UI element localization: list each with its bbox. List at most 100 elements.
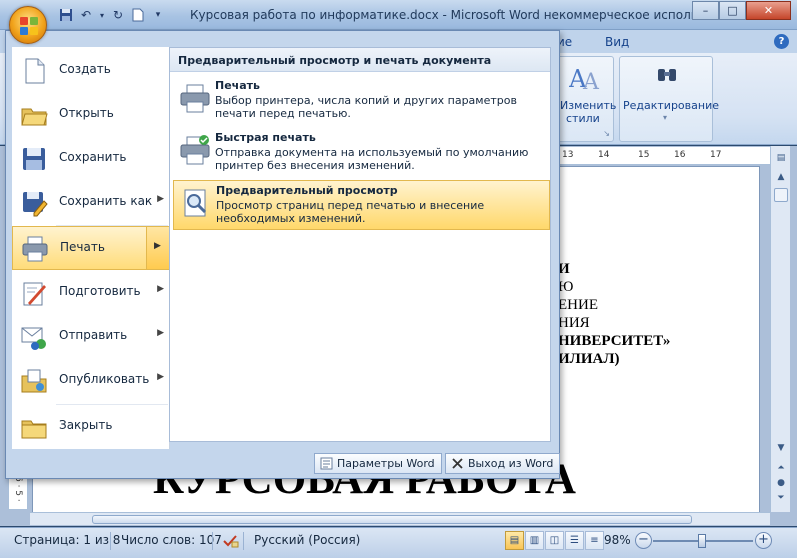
new-document-icon[interactable] bbox=[130, 7, 146, 23]
doc-line: ЕНИЕ bbox=[558, 297, 598, 313]
doc-line: НИВЕРСИТЕТ» bbox=[558, 333, 671, 349]
horizontal-ruler[interactable]: 13 14 15 16 17 bbox=[560, 147, 770, 165]
menu-item-label: Открыть bbox=[59, 106, 114, 120]
zoom-in-button[interactable]: + bbox=[755, 532, 772, 549]
binoculars-icon bbox=[658, 69, 676, 81]
new-document-icon bbox=[25, 58, 45, 84]
web-layout-view-icon[interactable]: ◫ bbox=[545, 531, 564, 550]
scroll-down-icon[interactable]: ▼ bbox=[774, 441, 788, 455]
full-screen-reading-view-icon[interactable]: ▥ bbox=[525, 531, 544, 550]
minimize-button[interactable]: – bbox=[692, 1, 719, 20]
exit-word-button[interactable]: Выход из Word bbox=[445, 453, 561, 474]
menu-item-print[interactable]: Печать ▶ bbox=[12, 226, 170, 270]
prepare-icon bbox=[23, 282, 46, 306]
redo-icon[interactable]: ↻ bbox=[110, 7, 126, 23]
editing-button[interactable]: Редактирование ▾ bbox=[619, 56, 719, 142]
submenu-arrow-icon: ▶ bbox=[154, 241, 161, 251]
help-icon[interactable]: ? bbox=[774, 34, 789, 49]
window-title: Курсовая работа по информатике.docx - Mi… bbox=[190, 8, 723, 22]
menu-item-label: Отправить bbox=[59, 328, 128, 342]
print-preview-icon bbox=[184, 189, 207, 217]
tab-view[interactable]: Вид bbox=[605, 35, 629, 49]
editing-label: Редактирование bbox=[623, 99, 719, 112]
exit-word-label: Выход из Word bbox=[468, 457, 554, 470]
menu-item-label: Создать bbox=[59, 62, 111, 76]
save-icon[interactable] bbox=[58, 7, 74, 23]
svg-text:A: A bbox=[582, 70, 600, 93]
close-icon bbox=[452, 458, 463, 469]
status-page[interactable]: Страница: 1 из 8 bbox=[14, 533, 120, 547]
change-styles-button[interactable]: A A Изменить стили ↘ bbox=[556, 56, 617, 142]
dialog-launcher-icon[interactable]: ↘ bbox=[603, 129, 610, 138]
menu-item-publish[interactable]: Опубликовать ▶ bbox=[12, 359, 170, 403]
close-folder-icon bbox=[21, 420, 47, 439]
scroll-thumb[interactable] bbox=[774, 188, 788, 202]
menu-item-label: Сохранить bbox=[59, 150, 127, 164]
menu-item-label: Сохранить как bbox=[59, 194, 153, 208]
close-button[interactable]: ✕ bbox=[746, 1, 791, 20]
submenu-item-title: Печать bbox=[215, 79, 260, 92]
doc-line: Ю bbox=[558, 279, 574, 295]
menu-item-label: Подготовить bbox=[59, 284, 141, 298]
word-options-button[interactable]: Параметры Word bbox=[314, 453, 442, 474]
ruler-toggle-icon[interactable]: ▤ bbox=[774, 151, 788, 165]
menu-item-new[interactable]: Создать bbox=[12, 49, 170, 93]
zoom-slider-thumb[interactable] bbox=[698, 534, 706, 548]
status-separator bbox=[212, 532, 213, 550]
submenu-item-title: Быстрая печать bbox=[215, 131, 316, 144]
menu-item-close[interactable]: Закрыть bbox=[12, 405, 170, 449]
menu-item-prepare[interactable]: Подготовить ▶ bbox=[12, 271, 170, 315]
menu-item-label: Закрыть bbox=[59, 418, 113, 432]
vertical-scrollbar[interactable]: ▤ ▲ ▼ ⏶ ● ⏷ bbox=[770, 146, 790, 512]
status-bar: Страница: 1 из 8 Число слов: 107 Русский… bbox=[0, 527, 797, 558]
submenu-item-desc: Просмотр страниц перед печатью и внесени… bbox=[216, 199, 485, 225]
zoom-out-button[interactable]: − bbox=[635, 532, 652, 549]
submenu-item-print[interactable]: Печать Выбор принтера, числа копий и дру… bbox=[173, 76, 550, 126]
status-separator bbox=[243, 532, 244, 550]
submenu-item-quick-print[interactable]: Быстрая печать Отправка документа на исп… bbox=[173, 128, 550, 178]
submenu-arrow-icon: ▶ bbox=[157, 372, 164, 382]
status-language[interactable]: Русский (Россия) bbox=[254, 533, 360, 547]
title-bar: ↶ ▾ ↻ ▾ Курсовая работа по информатике.d… bbox=[0, 0, 797, 30]
previous-page-icon[interactable]: ⏶ bbox=[774, 461, 788, 475]
spellcheck-icon[interactable] bbox=[222, 533, 240, 549]
menu-item-save[interactable]: Сохранить bbox=[12, 137, 170, 181]
submenu-arrow-icon: ▶ bbox=[157, 194, 164, 204]
change-styles-label-1: Изменить bbox=[560, 99, 617, 112]
ruler-tick: 14 bbox=[598, 150, 610, 160]
menu-item-label: Печать bbox=[60, 240, 105, 254]
office-logo-icon bbox=[20, 17, 38, 35]
outline-view-icon[interactable]: ☰ bbox=[565, 531, 584, 550]
undo-icon[interactable]: ↶ bbox=[78, 7, 94, 23]
submenu-item-desc: Выбор принтера, числа копий и других пар… bbox=[215, 94, 517, 120]
scroll-up-icon[interactable]: ▲ bbox=[774, 170, 788, 184]
submenu-item-print-preview[interactable]: Предварительный просмотр Просмотр страни… bbox=[173, 180, 550, 230]
customize-qat-icon[interactable]: ▾ bbox=[150, 7, 166, 23]
office-button[interactable] bbox=[9, 6, 47, 44]
printer-icon bbox=[180, 84, 210, 113]
send-icon bbox=[21, 327, 46, 350]
horizontal-scrollbar[interactable] bbox=[30, 512, 770, 525]
ruler-tick: 15 bbox=[638, 150, 650, 160]
zoom-level[interactable]: 98% bbox=[604, 533, 631, 547]
menu-item-label: Опубликовать bbox=[59, 372, 150, 386]
maximize-button[interactable]: □ bbox=[719, 1, 746, 20]
vruler-marks: 6 · 5 · bbox=[13, 476, 23, 502]
print-layout-view-icon[interactable]: ▤ bbox=[505, 531, 524, 550]
horizontal-scroll-thumb[interactable] bbox=[92, 515, 692, 524]
submenu-arrow-button[interactable]: ▶ bbox=[146, 227, 169, 269]
open-folder-icon bbox=[21, 108, 48, 126]
next-page-icon[interactable]: ⏷ bbox=[774, 491, 788, 505]
change-styles-label-2: стили bbox=[566, 112, 600, 125]
status-word-count[interactable]: Число слов: 107 bbox=[121, 533, 222, 547]
save-icon bbox=[23, 148, 45, 170]
menu-item-send[interactable]: Отправить ▶ bbox=[12, 315, 170, 359]
browse-object-icon[interactable]: ● bbox=[774, 476, 788, 490]
menu-item-save-as[interactable]: Сохранить как ▶ bbox=[12, 181, 170, 225]
doc-line: НИЯ bbox=[558, 315, 590, 331]
draft-view-icon[interactable]: ≡ bbox=[585, 531, 604, 550]
zoom-slider[interactable] bbox=[653, 534, 753, 548]
dropdown-arrow-icon[interactable]: ▾ bbox=[98, 7, 106, 23]
menu-item-open[interactable]: Открыть bbox=[12, 93, 170, 137]
ruler-tick: 13 bbox=[562, 150, 574, 160]
